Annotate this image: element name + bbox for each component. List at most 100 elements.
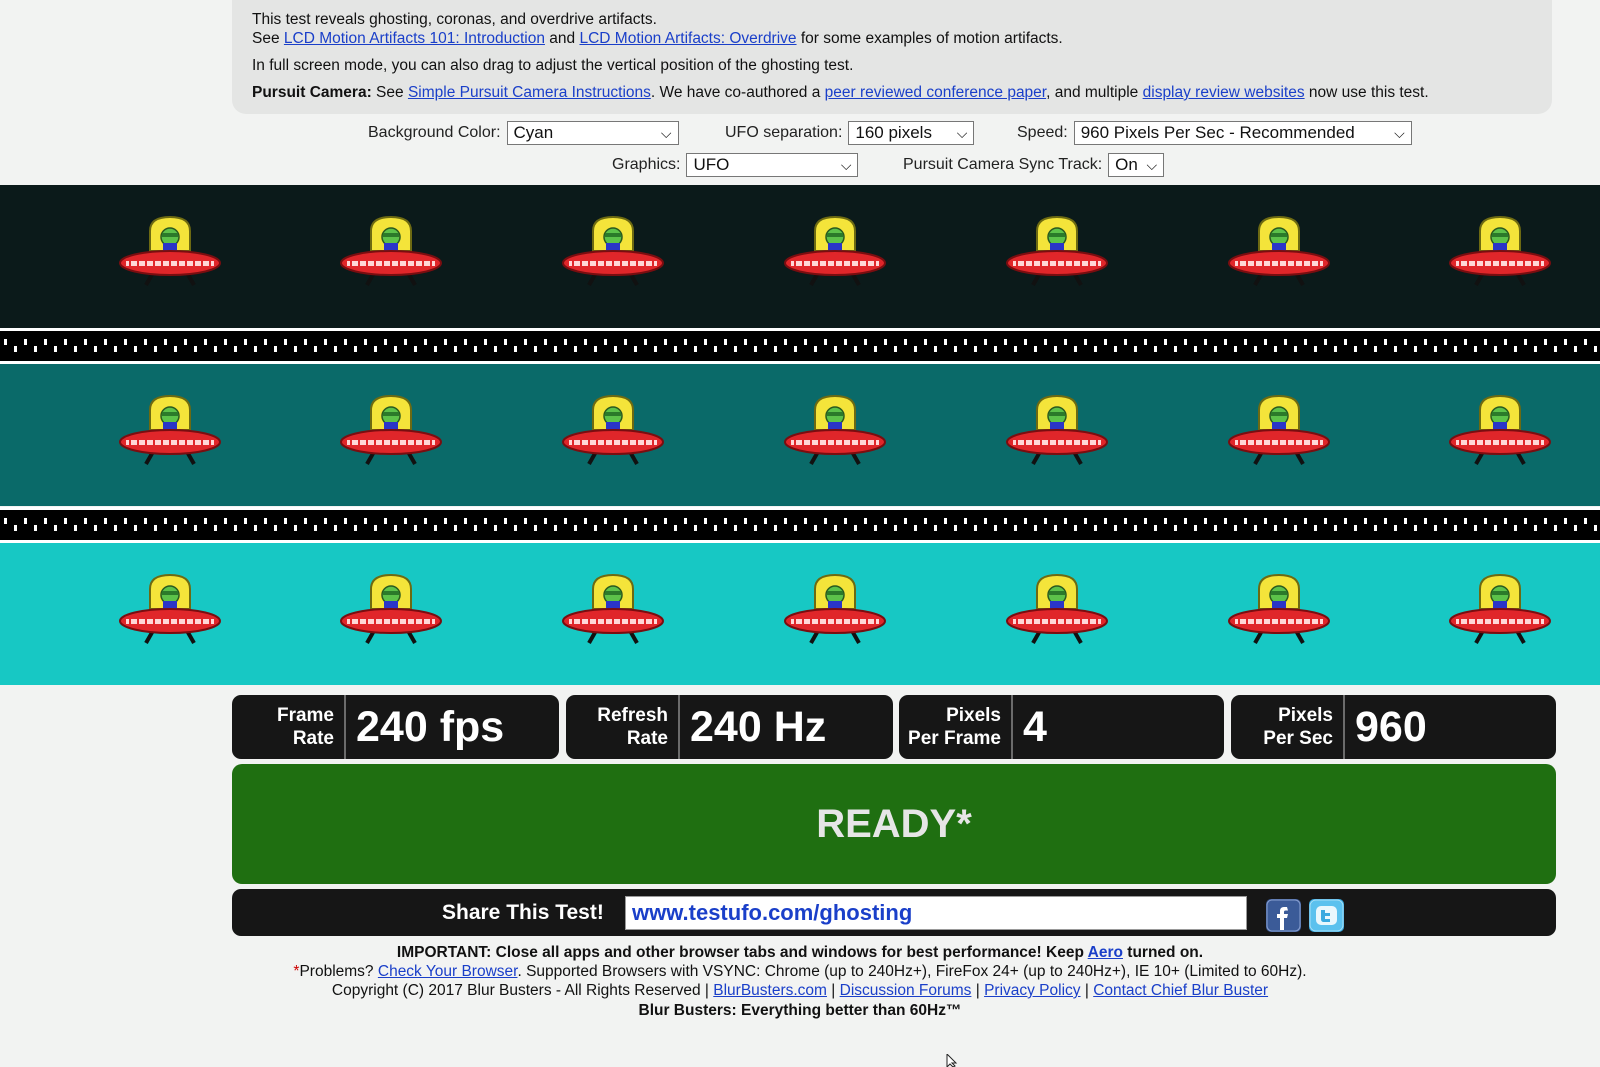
graphics-control: Graphics: UFO ⌵ [612,153,859,177]
ready-status-banner: READY* [232,764,1556,884]
link-check-browser[interactable]: Check Your Browser [378,963,518,980]
important-suffix: turned on. [1127,944,1204,961]
graphics-select[interactable]: UFO ⌵ [686,153,859,177]
speed-label: Speed: [1017,124,1068,141]
pursuit-see-text: See [376,84,404,101]
refresh-rate-label-line1: Refresh [597,705,668,726]
pursuit-mid2-text: , and multiple [1046,84,1139,101]
facebook-icon[interactable] [1266,899,1301,932]
pixels-per-sec-value: 960 [1355,702,1427,751]
pixels-per-frame-value: 4 [1023,702,1047,751]
link-blurbusters[interactable]: BlurBusters.com [713,982,827,999]
ufo-sprite [339,571,443,651]
ufo-band-dark [0,185,1600,330]
twitter-icon[interactable] [1309,899,1344,932]
intro-pursuit-line: Pursuit Camera: See Simple Pursuit Camer… [252,84,1429,102]
important-prefix: IMPORTANT: Close all apps and other brow… [396,944,1084,961]
pps-label-line2: Per Sec [1263,728,1333,749]
link-display-review-websites[interactable]: display review websites [1143,84,1305,101]
graphics-label: Graphics: [612,156,681,173]
chevron-down-icon: ⌵ [840,156,852,173]
pixels-per-sec-label: Pixels Per Sec [1231,695,1345,759]
intro-see-text: See [252,30,280,47]
speed-select[interactable]: 960 Pixels Per Sec - Recommended ⌵ [1073,121,1412,145]
frame-rate-value: 240 fps [356,702,505,751]
ufo-separation-select[interactable]: 160 pixels ⌵ [848,121,975,145]
sync-track-select[interactable]: On ⌵ [1108,153,1165,177]
ufo-sprite [118,392,222,472]
graphics-value: UFO [693,155,730,174]
important-notice: IMPORTANT: Close all apps and other brow… [0,944,1600,962]
pixels-per-sec-stat: Pixels Per Sec 960 [1231,695,1556,759]
pps-label-line1: Pixels [1278,705,1333,726]
link-privacy-policy[interactable]: Privacy Policy [984,982,1080,999]
intro-and-text: and [549,30,576,47]
intro-panel: This test reveals ghosting, coronas, and… [232,0,1552,114]
ufo-band-light [0,543,1600,685]
link-conference-paper[interactable]: peer reviewed conference paper [825,84,1046,101]
ufo-band-medium [0,364,1600,506]
ufo-sprite [1227,213,1331,293]
ppf-label-line2: Per Frame [908,728,1001,749]
background-color-label: Background Color: [368,124,501,141]
ufo-sprite [118,213,222,293]
share-url-field[interactable]: www.testufo.com/ghosting [625,896,1247,930]
copyright-text: Copyright (C) 2017 Blur Busters - All Ri… [331,982,709,999]
ufo-sprite [1005,571,1109,651]
ufo-sprite [783,571,887,651]
ufo-separation-control: UFO separation: 160 pixels ⌵ [725,121,975,145]
copyright-line: Copyright (C) 2017 Blur Busters - All Ri… [0,982,1600,1000]
separator: | [975,982,980,999]
problems-prefix: Problems? [299,963,374,980]
intro-suffix-text: for some examples of motion artifacts. [800,30,1063,47]
sync-track-label: Pursuit Camera Sync Track: [903,156,1103,173]
refresh-rate-value: 240 Hz [690,702,827,751]
separator: | [831,982,836,999]
ufo-sprite [339,213,443,293]
pursuit-end-text: now use this test. [1308,84,1429,101]
link-discussion-forums[interactable]: Discussion Forums [840,982,972,999]
ufo-sprite [1227,392,1331,472]
sync-track-ticks [4,518,1597,531]
chevron-down-icon: ⌵ [956,124,968,141]
sync-track-1 [0,328,1600,364]
intro-line-1: This test reveals ghosting, coronas, and… [252,11,657,28]
sync-track-ticks [4,339,1597,352]
ufo-sprite [783,213,887,293]
frame-rate-stat: Frame Rate 240 fps [232,695,559,759]
problems-line: *Problems? Check Your Browser. Supported… [0,963,1600,981]
link-motion-artifacts-overdrive[interactable]: LCD Motion Artifacts: Overdrive [579,30,796,47]
pursuit-mid-text: . We have co-authored a [650,84,821,101]
pixels-per-frame-stat: Pixels Per Frame 4 [899,695,1224,759]
problems-suffix: . Supported Browsers with VSYNC: Chrome … [517,963,1307,980]
chevron-down-icon: ⌵ [660,124,672,141]
ufo-sprite [1005,213,1109,293]
speed-value: 960 Pixels Per Sec - Recommended [1080,123,1355,142]
background-color-select[interactable]: Cyan ⌵ [506,121,679,145]
sync-track-control: Pursuit Camera Sync Track: On ⌵ [903,153,1165,177]
link-contact-chief[interactable]: Contact Chief Blur Buster [1093,982,1268,999]
ufo-sprite [1448,213,1552,293]
refresh-rate-stat: Refresh Rate 240 Hz [566,695,893,759]
ufo-sprite [1005,392,1109,472]
frame-rate-label-line2: Rate [292,728,334,749]
link-motion-artifacts-intro[interactable]: LCD Motion Artifacts 101: Introduction [284,30,545,47]
pixels-per-frame-label: Pixels Per Frame [899,695,1013,759]
ppf-label-line1: Pixels [946,705,1001,726]
separator: | [1084,982,1089,999]
intro-line-2: See LCD Motion Artifacts 101: Introducti… [252,30,1063,48]
pursuit-camera-heading: Pursuit Camera: [252,84,372,101]
ufo-sprite [1227,571,1331,651]
share-bar: Share This Test! www.testufo.com/ghostin… [232,889,1556,936]
frame-rate-label-line1: Frame [276,705,334,726]
share-label: Share This Test! [442,901,604,924]
ufo-separation-value: 160 pixels [855,123,932,142]
link-aero[interactable]: Aero [1088,944,1123,961]
ufo-sprite [1448,392,1552,472]
refresh-rate-label: Refresh Rate [566,695,680,759]
sync-track-2 [0,507,1600,543]
ufo-sprite [561,392,665,472]
ufo-sprite [561,213,665,293]
tagline: Blur Busters: Everything better than 60H… [638,1002,962,1019]
link-pursuit-instructions[interactable]: Simple Pursuit Camera Instructions [408,84,651,101]
